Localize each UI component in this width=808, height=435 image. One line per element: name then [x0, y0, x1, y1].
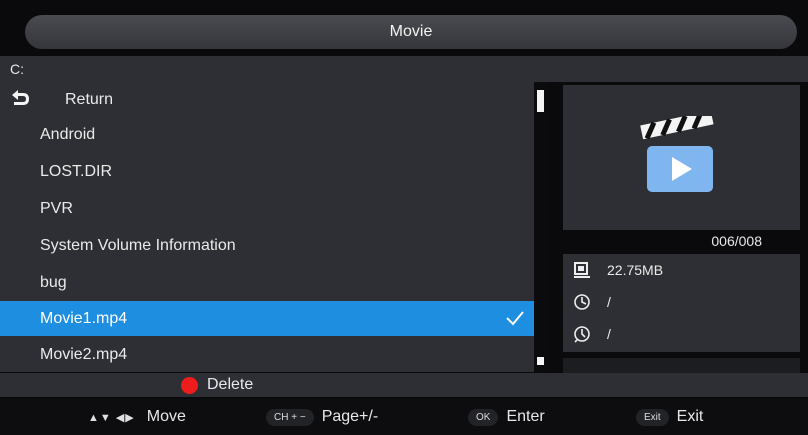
scrollbar-end-marker	[537, 357, 544, 365]
list-item-label: bug	[40, 274, 67, 291]
list-item-label: Movie2.mp4	[40, 346, 128, 363]
side-divider	[563, 358, 800, 373]
file-info-panel: 22.75MB / /	[563, 254, 800, 352]
list-item-label: PVR	[40, 200, 73, 217]
key-hint-bar: ▲▼ ◀▶ Move CH + − Page+/- OK Enter Exit …	[0, 399, 808, 435]
ch-key-badge: CH + −	[266, 408, 314, 426]
delete-label: Delete	[207, 376, 254, 393]
page-title: Movie	[389, 23, 433, 40]
hint-enter-label: Enter	[506, 408, 545, 425]
list-item-pvr[interactable]: PVR	[0, 191, 534, 226]
list-scrollbar[interactable]	[534, 82, 548, 372]
hint-exit: Exit Exit	[636, 399, 703, 435]
list-item-label: Android	[40, 126, 96, 143]
title-bar: Movie	[25, 15, 797, 49]
path-bar: C:	[0, 56, 808, 82]
list-item-movie2[interactable]: Movie2.mp4	[0, 337, 534, 372]
arrow-keys-icon: ▲▼ ◀▶	[88, 411, 135, 424]
duration-value: /	[607, 326, 611, 342]
preview-panel	[563, 85, 800, 230]
action-bar: Delete	[0, 373, 808, 397]
hint-move: ▲▼ ◀▶ Move	[88, 399, 186, 435]
check-icon	[506, 311, 524, 326]
size-row: 22.75MB	[573, 259, 663, 281]
scrollbar-thumb[interactable]	[537, 90, 544, 112]
exit-key-badge: Exit	[636, 408, 669, 426]
list-item-lost-dir[interactable]: LOST.DIR	[0, 154, 534, 189]
list-item-label: Movie1.mp4	[40, 310, 128, 327]
return-label: Return	[65, 91, 114, 108]
list-item-android[interactable]: Android	[0, 117, 534, 152]
return-item[interactable]: Return	[0, 82, 534, 117]
list-item-bug[interactable]: bug	[0, 265, 534, 300]
hint-page-label: Page+/-	[321, 408, 379, 425]
return-arrow-icon	[12, 90, 29, 105]
time-row: /	[573, 291, 611, 313]
file-size-value: 22.75MB	[607, 262, 664, 278]
hint-enter: OK Enter	[468, 399, 545, 435]
hint-exit-label: Exit	[676, 408, 704, 425]
time-value: /	[607, 294, 611, 310]
movie-browser-screen: Movie C: Return Android LOST.DIR PVR Sys…	[0, 0, 808, 435]
list-item-label: System Volume Information	[40, 237, 236, 254]
list-item-system-volume-information[interactable]: System Volume Information	[0, 228, 534, 263]
red-button-icon	[181, 376, 198, 394]
file-counter: 006/008	[711, 233, 762, 249]
ok-key-badge: OK	[468, 408, 499, 426]
disk-size-icon	[574, 262, 590, 278]
hint-page: CH + − Page+/-	[266, 399, 378, 435]
duration-clock-icon	[574, 326, 590, 343]
list-item-movie1[interactable]: Movie1.mp4	[0, 301, 534, 336]
movie-clapper-icon	[640, 116, 714, 192]
duration-row: /	[573, 323, 611, 345]
file-list: Return Android LOST.DIR PVR System Volum…	[0, 82, 548, 372]
list-item-label: LOST.DIR	[40, 163, 113, 180]
delete-action[interactable]: Delete	[181, 376, 253, 394]
current-path: C:	[10, 61, 24, 77]
clock-icon	[574, 294, 590, 310]
hint-move-label: Move	[146, 408, 186, 425]
